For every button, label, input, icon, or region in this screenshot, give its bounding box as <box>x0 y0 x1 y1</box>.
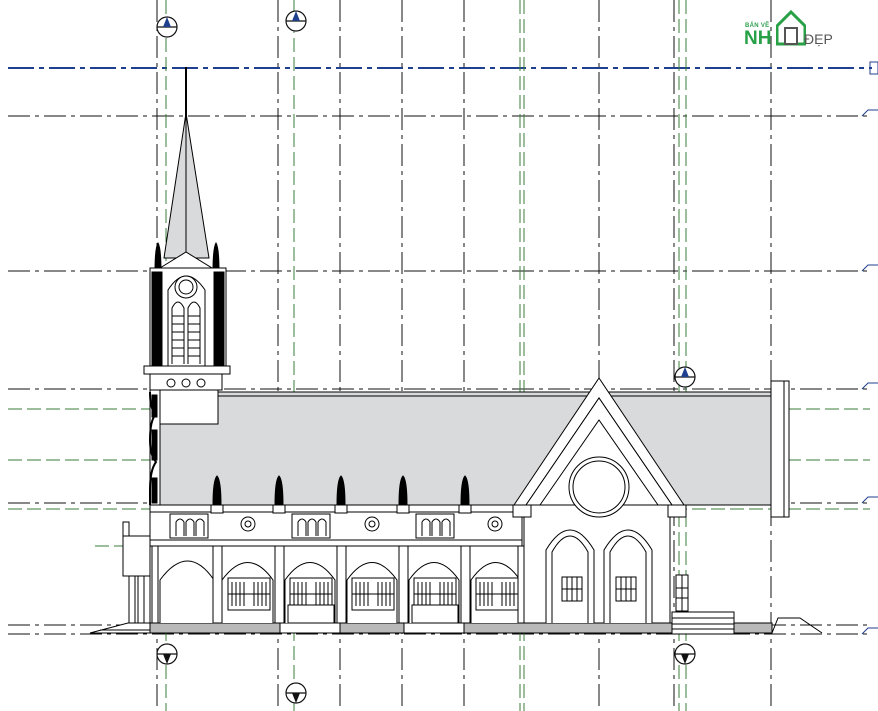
grid-bubble-bottom-b <box>674 643 696 665</box>
roof-end-post <box>770 380 790 518</box>
house-icon <box>776 10 806 46</box>
logo-main-text: NH <box>744 28 772 49</box>
brand-logo: BẢN VẼ NH ĐẸP <box>742 10 842 50</box>
grid-bubble-bottom-a <box>156 643 178 665</box>
steps-mid-b <box>403 622 465 634</box>
grid-bubble-mid <box>674 366 696 388</box>
grid-bubble-bottom-c <box>285 682 307 704</box>
steps-mid-a <box>279 622 341 634</box>
logo-suffix-text: ĐẸP <box>804 31 833 47</box>
elevation-drawing <box>0 0 878 711</box>
grid-bubble-top-a <box>156 16 178 38</box>
steps-right <box>671 611 735 635</box>
grid-bubble-top-b <box>285 10 307 32</box>
